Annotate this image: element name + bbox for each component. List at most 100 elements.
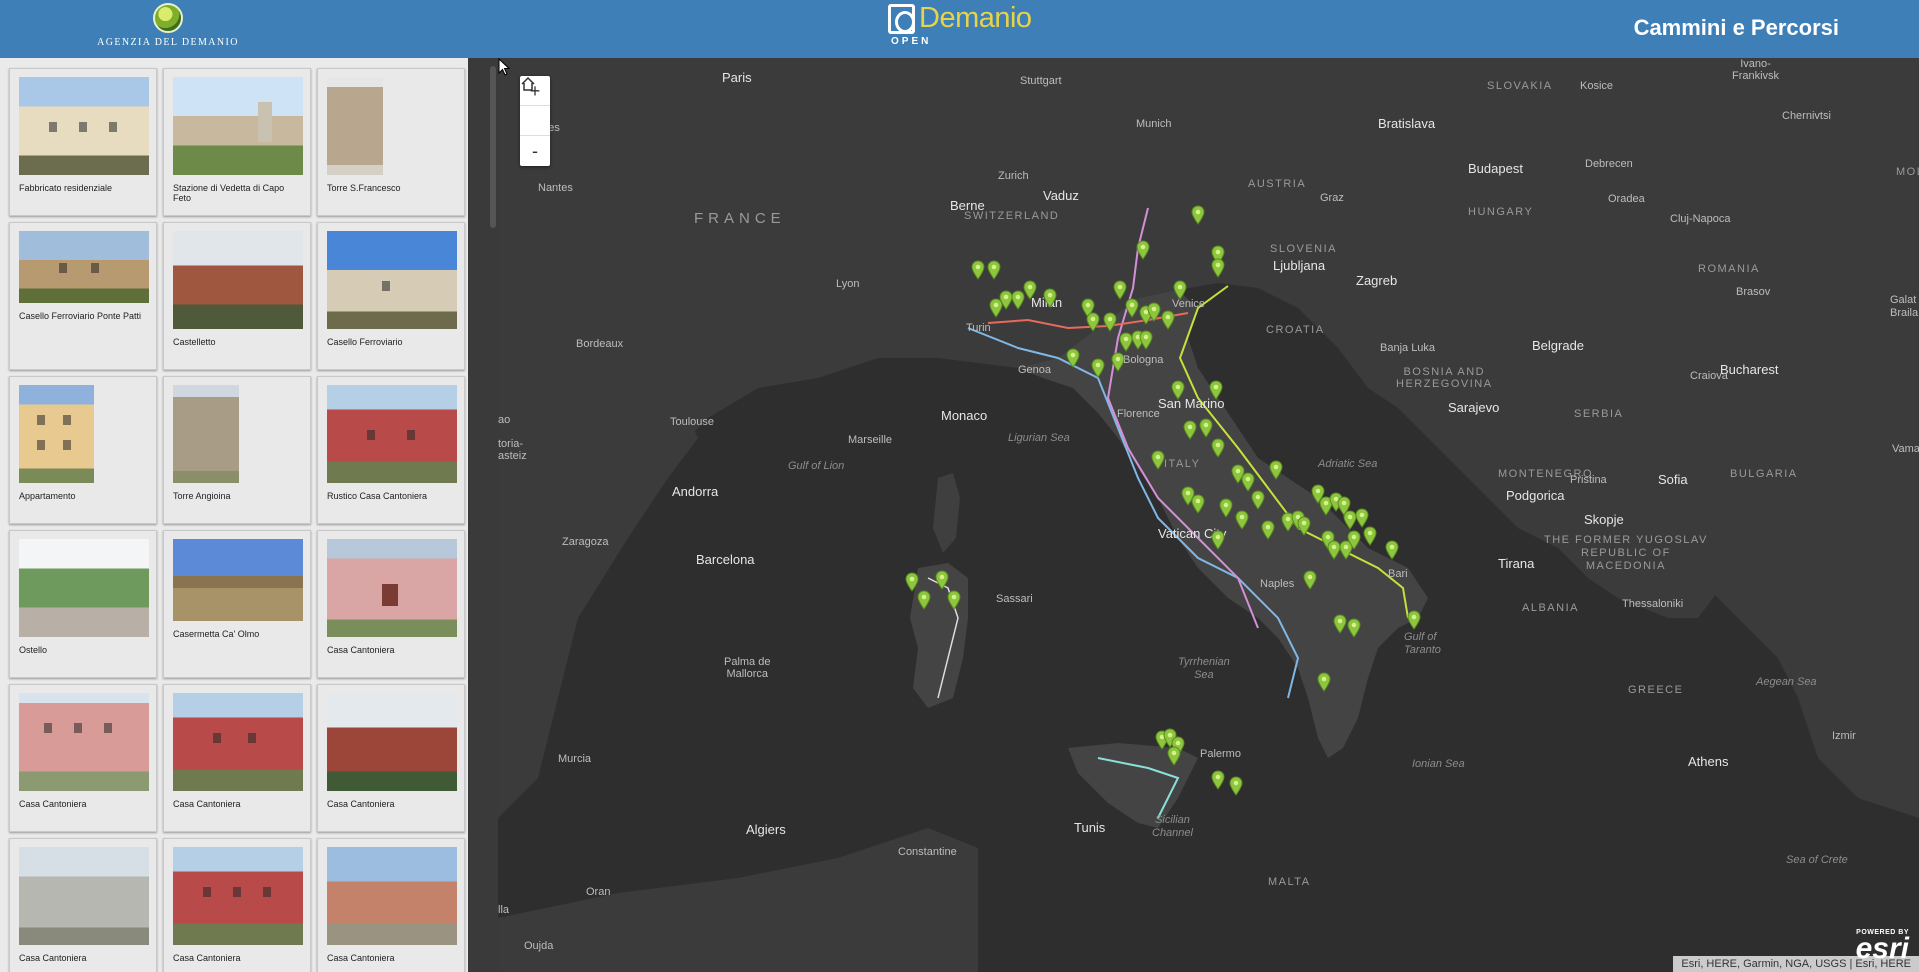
location-pin-icon[interactable] [1347,618,1361,638]
location-pin-icon[interactable] [1119,332,1133,352]
location-pin-icon[interactable] [1317,672,1331,692]
gallery-card[interactable]: Casermetta Ca' Olmo [163,530,311,678]
location-pin-icon[interactable] [1191,205,1205,225]
gallery-card[interactable]: Casa Cantoniera [317,838,465,972]
location-pin-icon[interactable] [1161,310,1175,330]
esri-logo[interactable]: POWERED BY esri [1855,929,1909,965]
location-pin-icon[interactable] [1199,418,1213,438]
location-pin-icon[interactable] [1147,302,1161,322]
location-pin-icon[interactable] [1086,312,1100,332]
location-pin-icon[interactable] [1211,258,1225,278]
card-caption: Casa Cantoniera [327,645,395,655]
gallery-card[interactable]: Stazione di Vedetta di Capo Feto [163,68,311,216]
location-pin-icon[interactable] [1171,380,1185,400]
location-pin-icon[interactable] [987,260,1001,280]
property-photo [327,385,457,483]
location-pin-icon[interactable] [1363,526,1377,546]
gallery-card[interactable]: Casa Cantoniera [163,838,311,972]
map-label: Athens [1688,754,1729,769]
map-label: SWITZERLAND [964,210,1060,222]
location-pin-icon[interactable] [1407,610,1421,630]
gallery-card[interactable]: Casa Cantoniera [317,530,465,678]
home-button[interactable] [520,76,550,136]
location-pin-icon[interactable] [1111,352,1125,372]
gallery-card[interactable]: Torre Angioina [163,376,311,524]
location-pin-icon[interactable] [1385,540,1399,560]
location-pin-icon[interactable] [1355,508,1369,528]
location-pin-icon[interactable] [1191,494,1205,514]
agency-logo[interactable]: AGENZIA DEL DEMANIO [78,3,258,53]
location-pin-icon[interactable] [971,260,985,280]
map-label: Bratislava [1378,116,1436,131]
gallery-card[interactable]: Casello Ferroviario Ponte Patti [9,222,157,370]
location-pin-icon[interactable] [1333,614,1347,634]
location-pin-icon[interactable] [905,572,919,592]
location-pin-icon[interactable] [1113,280,1127,300]
zoom-out-button[interactable]: - [520,136,550,166]
map-label: Oujda [524,940,554,952]
location-pin-icon[interactable] [1173,280,1187,300]
map-label: CROATIA [1266,324,1325,336]
location-pin-icon[interactable] [1103,312,1117,332]
gallery-card[interactable]: Casa Cantoniera [9,684,157,832]
open-demanio-logo[interactable]: Demanio OPEN [888,2,1038,47]
property-photo [19,847,149,945]
location-pin-icon[interactable] [1261,520,1275,540]
location-pin-icon[interactable] [1211,438,1225,458]
esri-wordmark: esri [1855,932,1909,965]
gallery-card[interactable]: Casa Cantoniera [9,838,157,972]
location-pin-icon[interactable] [1297,516,1311,536]
card-caption: Appartamento [19,491,76,501]
gallery-scrollbar[interactable] [490,66,496,228]
map-label: Sassari [996,593,1033,605]
location-pin-icon[interactable] [1167,746,1181,766]
map-label: Naples [1260,578,1295,590]
gallery-card[interactable]: Appartamento [9,376,157,524]
gallery-card[interactable]: Casello Ferroviario [317,222,465,370]
location-pin-icon[interactable] [1125,298,1139,318]
gallery-card[interactable]: Casa Cantoniera [163,684,311,832]
location-pin-icon[interactable] [1183,420,1197,440]
card-caption: Casermetta Ca' Olmo [173,629,260,639]
map-view[interactable]: Paris Stuttgart Munich SLOVAKIA Kosice I… [498,58,1919,972]
location-pin-icon[interactable] [1043,288,1057,308]
location-pin-icon[interactable] [1151,450,1165,470]
map-label: Bari [1388,568,1408,580]
location-pin-icon[interactable] [1251,490,1265,510]
location-pin-icon[interactable] [1235,510,1249,530]
location-pin-icon[interactable] [1091,358,1105,378]
map-label: HUNGARY [1468,206,1534,218]
location-pin-icon[interactable] [1219,498,1233,518]
location-pin-icon[interactable] [917,590,931,610]
gallery-card[interactable]: Ostello [9,530,157,678]
map-label: Aegean Sea [1756,676,1817,688]
map-label: Murcia [558,753,592,765]
gallery-card[interactable]: Rustico Casa Cantoniera [317,376,465,524]
map-label: Brasov [1736,286,1771,298]
location-pin-icon[interactable] [1211,530,1225,550]
card-caption: Casello Ferroviario Ponte Patti [19,311,142,321]
gallery-card[interactable]: Torre S.Francesco [317,68,465,216]
location-pin-icon[interactable] [1209,380,1223,400]
location-pin-icon[interactable] [1139,330,1153,350]
property-photo [327,693,457,791]
location-pin-icon[interactable] [1229,776,1243,796]
map-label: Sofia [1658,472,1688,487]
map-label: Palma de Mallorca [724,656,771,680]
location-pin-icon[interactable] [1136,240,1150,260]
location-pin-icon[interactable] [1269,460,1283,480]
location-pin-icon[interactable] [1066,348,1080,368]
location-pin-icon[interactable] [947,590,961,610]
map-label: Paris [722,70,752,85]
map-label: Algiers [746,822,786,837]
gallery-card[interactable]: Fabbricato residenziale [9,68,157,216]
location-pin-icon[interactable] [1211,770,1225,790]
location-pin-icon[interactable] [935,570,949,590]
location-pin-icon[interactable] [1023,280,1037,300]
gallery-card[interactable]: Casa Cantoniera [317,684,465,832]
property-photo [19,77,149,175]
location-pin-icon[interactable] [1303,570,1317,590]
location-pin-icon[interactable] [1347,530,1361,550]
location-pin-icon[interactable] [1241,472,1255,492]
gallery-card[interactable]: Castelletto [163,222,311,370]
